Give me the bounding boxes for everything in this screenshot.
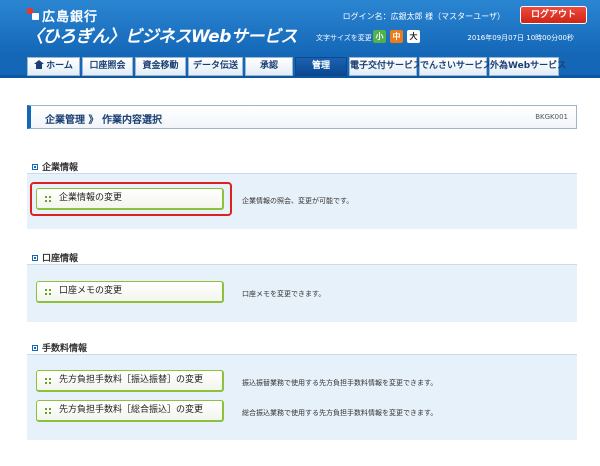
tab-forex-web-service[interactable]: 外為Webサービス [489,57,566,76]
section-fee-info [27,354,577,440]
tab-account-inquiry[interactable]: 口座照会 [82,57,133,76]
current-datetime: 2016年09月07日 10時00分00秒 [467,34,574,42]
tab-data-transmission[interactable]: データ伝送 [188,57,243,76]
tab-label: ホーム [46,61,73,71]
section-title-fee-info: 手数料情報 [32,341,87,354]
section-title-text: 手数料情報 [42,344,88,354]
font-size-large-button[interactable]: 大 [407,30,420,43]
highlight-box [30,182,232,216]
home-icon [34,60,45,69]
section-title-company-info: 企業情報 [32,160,78,173]
section-title-account-info: 口座情報 [32,251,78,264]
login-name: ログイン名：広銀太郎 様（マスターユーザ） [342,12,505,21]
button-label: 先方負担手数料［総合振込］の変更 [59,405,204,415]
font-size-small-button[interactable]: 小 [373,30,386,43]
bank-logo-mark-icon [26,7,40,21]
grip-dots-icon [45,408,51,414]
change-recipient-fee-transfer-desc: 振込振替業務で使用する先方負担手数料情報を変更できます。 [242,379,438,387]
change-account-memo-button[interactable]: 口座メモの変更 [36,281,224,303]
change-company-info-desc: 企業情報の照会、変更が可能です。 [242,197,354,205]
logout-button[interactable]: ログアウト [520,6,587,24]
tab-electronic-delivery[interactable]: 電子交付サービス [349,57,422,76]
section-title-text: 口座情報 [42,254,79,264]
change-recipient-fee-bulk-desc: 総合振込業務で使用する先方負担手数料情報を変更できます。 [242,409,438,417]
section-square-icon [32,255,38,261]
section-square-icon [32,164,38,170]
bank-logo[interactable]: 広島銀行 〈ひろぎん〉ビジネスWebサービス [26,6,297,50]
main-nav: ホーム 口座照会 資金移動 データ伝送 承認 管理 電子交付サービス でんさいサ… [0,54,600,78]
change-account-memo-desc: 口座メモを変更できます。 [242,290,326,298]
button-label: 口座メモの変更 [59,286,123,296]
tab-management[interactable]: 管理 [295,57,347,76]
change-recipient-fee-transfer-button[interactable]: 先方負担手数料［振込振替］の変更 [36,370,224,392]
font-size-medium-button[interactable]: 中 [390,30,403,43]
page-title-bar: 企業管理 》 作業内容選択 BKGK001 [27,105,577,129]
page-title: 企業管理 》 作業内容選択 [45,115,162,126]
change-recipient-fee-bulk-button[interactable]: 先方負担手数料［総合振込］の変更 [36,400,224,422]
button-label: 先方負担手数料［振込振替］の変更 [59,375,204,385]
section-square-icon [32,345,38,351]
section-title-text: 企業情報 [42,163,79,173]
grip-dots-icon [45,378,51,384]
tab-fund-transfer[interactable]: 資金移動 [135,57,186,76]
header: 広島銀行 〈ひろぎん〉ビジネスWebサービス ログイン名：広銀太郎 様（マスター… [0,0,600,54]
font-size-label: 文字サイズを変更 [316,34,372,42]
grip-dots-icon [45,289,51,295]
tab-approval[interactable]: 承認 [245,57,293,76]
service-name: 〈ひろぎん〉ビジネスWebサービス [26,27,297,47]
tab-densai-service[interactable]: でんさいサービス [419,57,492,76]
screen-id: BKGK001 [535,113,568,121]
tab-home[interactable]: ホーム [27,57,80,76]
